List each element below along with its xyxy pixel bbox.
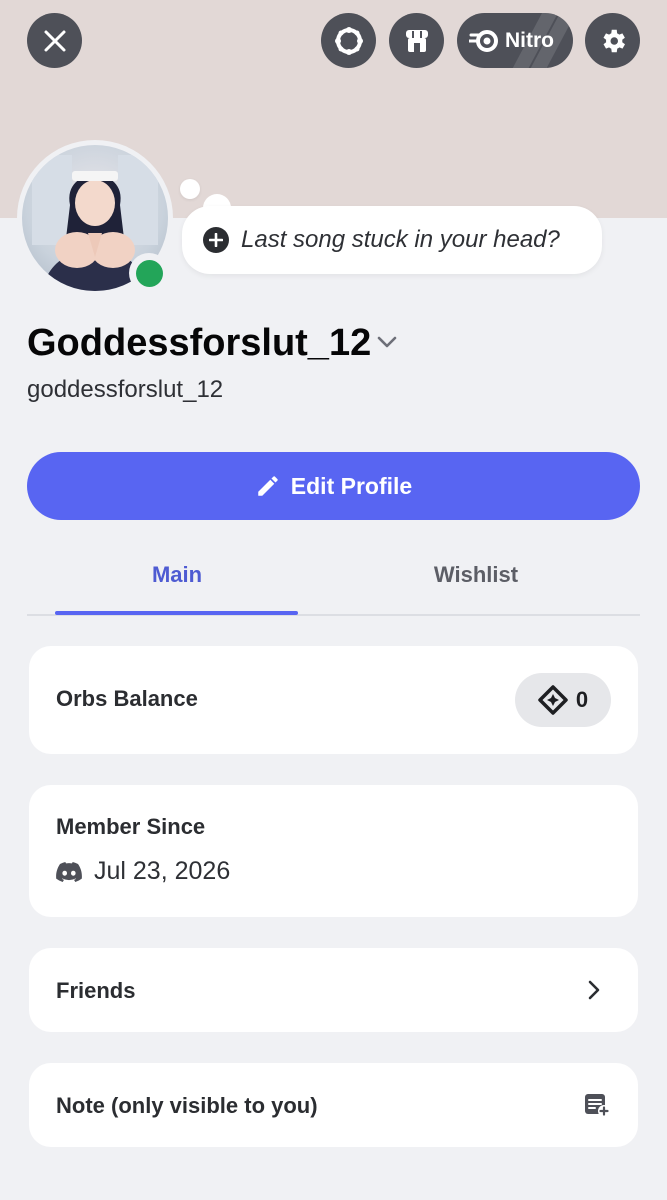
display-name[interactable]: Goddessforslut_12 [27, 322, 371, 365]
note-card[interactable]: Note (only visible to you) [29, 1063, 638, 1147]
friends-label: Friends [56, 978, 136, 1003]
edit-profile-label: Edit Profile [290, 472, 413, 499]
orbs-balance-value: 0 [575, 687, 589, 712]
nitro-label: Nitro [505, 28, 554, 52]
add-status-icon [203, 227, 229, 253]
tab-wishlist[interactable]: Wishlist [326, 562, 626, 588]
orbs-balance-label: Orbs Balance [56, 686, 198, 711]
active-tab-indicator [55, 611, 298, 615]
shop-button[interactable] [389, 13, 444, 68]
orbs-balance-pill[interactable]: 0 [515, 673, 611, 727]
member-since-card: Member Since Jul 23, 2026 [29, 785, 638, 917]
orb-icon [538, 685, 568, 715]
thought-bubble-dot [180, 179, 200, 199]
quests-button[interactable] [321, 13, 376, 68]
member-since-label: Member Since [56, 814, 206, 839]
edit-profile-button[interactable]: Edit Profile [27, 452, 640, 520]
status-prompt: Last song stuck in your head? [241, 226, 560, 253]
settings-button[interactable] [585, 13, 640, 68]
online-status-dot [135, 259, 163, 287]
custom-status-bubble[interactable]: Last song stuck in your head? [182, 206, 602, 274]
gear-icon [603, 29, 625, 52]
close-icon [44, 30, 65, 51]
nitro-button[interactable]: Nitro [457, 13, 573, 68]
chevron-right-icon [588, 980, 600, 1000]
shop-icon [405, 29, 428, 52]
member-since-row: Jul 23, 2026 [56, 857, 230, 886]
chevron-down-icon[interactable] [376, 335, 398, 349]
add-note-icon [585, 1094, 610, 1117]
friends-card[interactable]: Friends [29, 948, 638, 1032]
username: goddessforslut_12 [27, 376, 224, 403]
tab-main[interactable]: Main [27, 562, 327, 588]
member-since-date: Jul 23, 2026 [94, 857, 231, 885]
nitro-icon [469, 29, 498, 52]
orbs-balance-card[interactable]: Orbs Balance 0 [29, 646, 638, 754]
online-status [129, 253, 169, 293]
close-button[interactable] [27, 13, 82, 68]
discord-logo-icon [56, 861, 82, 882]
note-label: Note (only visible to you) [56, 1093, 318, 1118]
quest-icon [334, 26, 363, 55]
pencil-icon [258, 476, 278, 496]
